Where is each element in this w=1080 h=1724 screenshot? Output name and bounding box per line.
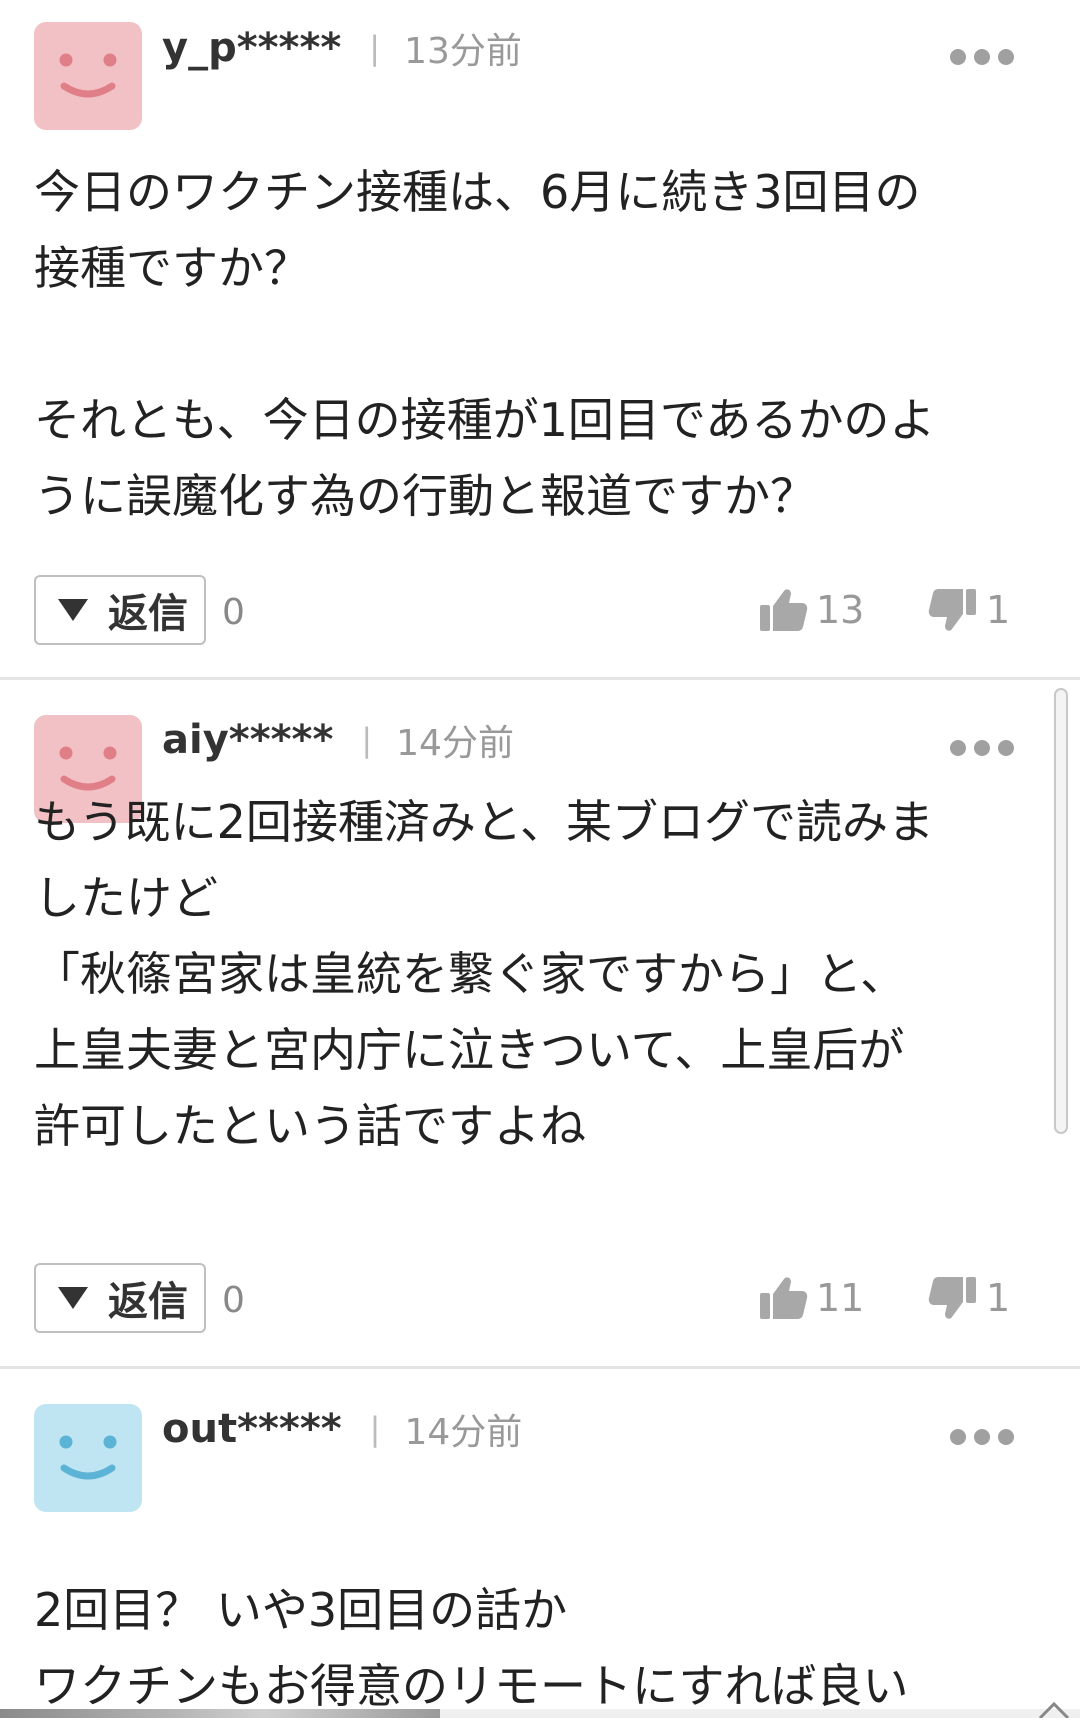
- smiley-avatar-icon: [59, 1435, 117, 1480]
- meta-divider: |: [369, 1410, 381, 1448]
- scroll-to-top-button[interactable]: [1036, 1700, 1072, 1720]
- reply-count: 0: [222, 592, 245, 633]
- like-count: 11: [816, 1276, 865, 1320]
- smiley-avatar-icon: [59, 53, 117, 98]
- dislike-count: 1: [986, 588, 1011, 632]
- like-button[interactable]: 11: [758, 1263, 864, 1333]
- more-options-button[interactable]: [948, 736, 1016, 760]
- thumbs-up-icon: [760, 589, 808, 631]
- dislike-button[interactable]: 1: [928, 575, 1010, 645]
- reply-label: 返信: [108, 591, 188, 637]
- like-count: 13: [816, 588, 865, 632]
- reply-label: 返信: [108, 1279, 188, 1325]
- comment-meta: out***** | 14分前: [162, 1399, 522, 1459]
- more-options-button[interactable]: [948, 1425, 1016, 1449]
- comment-body: もう既に2回接種済みと、某ブログで読みま したけど 「秋篠宮家は皇統を繋ぐ家です…: [34, 795, 935, 1153]
- username[interactable]: y_p*****: [162, 25, 341, 71]
- like-button[interactable]: 13: [758, 575, 864, 645]
- dislike-count: 1: [986, 1276, 1011, 1320]
- meta-divider: |: [369, 29, 381, 67]
- more-options-icon: [950, 740, 1014, 756]
- avatar[interactable]: [34, 1404, 142, 1512]
- comment-time: 13分前: [404, 31, 522, 72]
- comment-time: 14分前: [396, 723, 514, 764]
- comment-item: out***** | 14分前 2回目？ いや3回目の話か ワクチンもお得意のリ…: [0, 1369, 1080, 1713]
- preview-image: [0, 1709, 440, 1718]
- comment-meta: aiy***** | 14分前: [162, 710, 514, 770]
- thumbs-up-icon: [760, 1277, 808, 1319]
- reply-toggle-button[interactable]: 返信: [34, 1263, 206, 1333]
- username[interactable]: aiy*****: [162, 717, 333, 763]
- chevron-up-icon: [1038, 1701, 1070, 1720]
- thumbs-down-icon: [928, 1277, 976, 1319]
- more-options-button[interactable]: [948, 45, 1016, 69]
- reply-count: 0: [222, 1280, 245, 1321]
- next-item-preview: [0, 1709, 1080, 1718]
- more-options-icon: [950, 1429, 1014, 1445]
- comment-item: aiy***** | 14分前 もう既に2回接種済みと、某ブログで読みま したけ…: [0, 680, 1080, 1366]
- comment-meta: y_p***** | 13分前: [162, 18, 522, 78]
- comment-time: 14分前: [404, 1412, 523, 1453]
- scrollbar[interactable]: [1054, 688, 1068, 1134]
- comment-body: 今日のワクチン接種は、6月に続き3回目の 接種ですか？ それとも、今日の接種が1…: [34, 165, 936, 523]
- triangle-down-icon: [58, 1287, 88, 1309]
- comment-item: y_p***** | 13分前 今日のワクチン接種は、6月に続き3回目の 接種で…: [0, 0, 1080, 677]
- dislike-button[interactable]: 1: [928, 1263, 1010, 1333]
- meta-divider: |: [361, 721, 373, 759]
- username[interactable]: out*****: [162, 1406, 342, 1452]
- comment-body: 2回目？ いや3回目の話か ワクチンもお得意のリモートにすれば良い: [34, 1583, 909, 1713]
- triangle-down-icon: [58, 599, 88, 621]
- reply-toggle-button[interactable]: 返信: [34, 575, 206, 645]
- more-options-icon: [950, 49, 1014, 65]
- thumbs-down-icon: [928, 589, 976, 631]
- avatar[interactable]: [34, 22, 142, 130]
